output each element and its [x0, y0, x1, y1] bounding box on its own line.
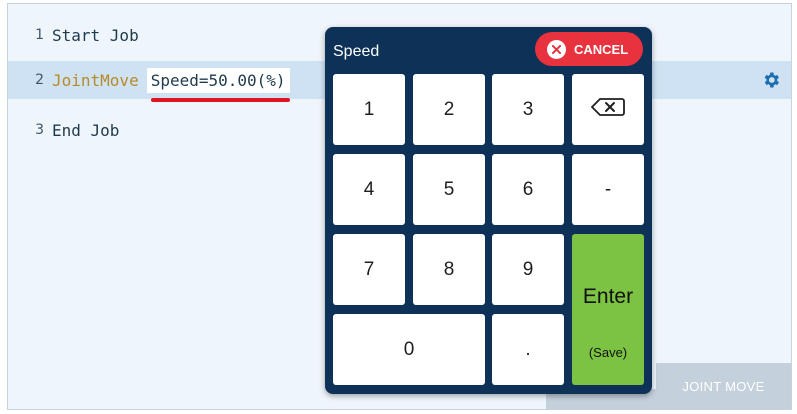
numeric-keypad: Speed CANCEL 1 2 3 4 5 6 - 7 8 9 0 . Ent…: [325, 27, 652, 394]
red-underline: [150, 97, 290, 102]
key-6[interactable]: 6: [492, 154, 564, 225]
line-number: 1: [35, 27, 44, 43]
enter-save-label: (Save): [588, 345, 628, 360]
key-minus[interactable]: -: [572, 154, 644, 225]
key-2[interactable]: 2: [413, 74, 485, 145]
backspace-icon: [590, 97, 625, 123]
key-1[interactable]: 1: [333, 74, 405, 145]
key-9[interactable]: 9: [492, 234, 564, 305]
speed-parameter-text: Speed=50.00(%): [150, 70, 286, 90]
key-4[interactable]: 4: [333, 154, 405, 225]
command-joint-move: JointMove: [52, 70, 139, 90]
command-start-job: Start Job: [52, 25, 139, 45]
cancel-button[interactable]: CANCEL: [535, 32, 643, 66]
key-3[interactable]: 3: [492, 74, 564, 145]
joint-move-button[interactable]: JOINT MOVE: [656, 363, 791, 409]
gear-icon[interactable]: [761, 70, 781, 90]
key-dot[interactable]: .: [492, 314, 564, 385]
enter-label: Enter: [582, 285, 634, 308]
speed-parameter[interactable]: Speed=50.00(%): [146, 67, 290, 102]
line-number: 3: [35, 122, 44, 138]
key-5[interactable]: 5: [413, 154, 485, 225]
keypad-title: Speed: [333, 43, 380, 60]
backspace-key[interactable]: [572, 74, 644, 145]
key-7[interactable]: 7: [333, 234, 405, 305]
enter-button[interactable]: Enter (Save): [572, 234, 644, 385]
command-end-job: End Job: [52, 120, 120, 140]
close-icon: [547, 39, 566, 59]
key-0[interactable]: 0: [333, 314, 485, 385]
cancel-label: CANCEL: [574, 41, 629, 57]
key-8[interactable]: 8: [413, 234, 485, 305]
line-number: 2: [35, 72, 44, 88]
